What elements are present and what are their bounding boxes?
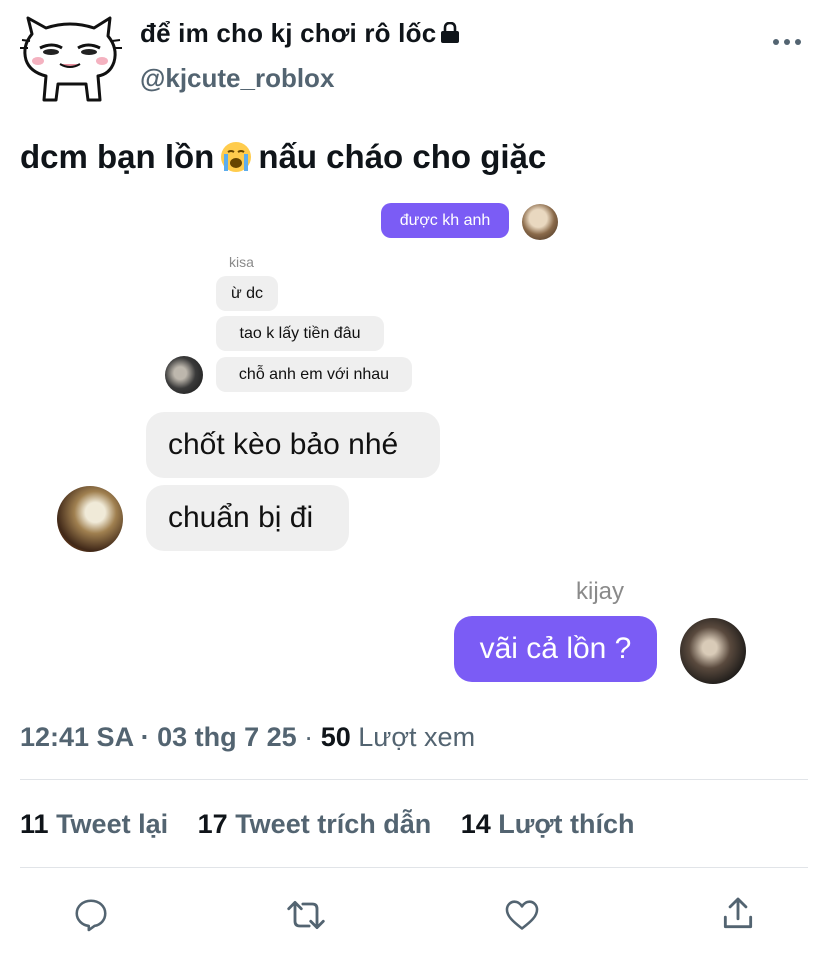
chat-sender-kijay: kijay <box>576 578 625 605</box>
author-display-name[interactable]: để im cho kj chơi rô lốc <box>140 18 460 49</box>
share-icon[interactable] <box>719 894 757 934</box>
chat-avatar-kijay <box>680 618 746 684</box>
divider <box>20 779 808 780</box>
retweets-label: Tweet lại <box>56 809 169 839</box>
tweet-media-chat-screenshot[interactable]: được kh anh kisa ừ dc tao k lấy tiền đâu… <box>0 190 828 700</box>
like-icon[interactable] <box>502 896 542 934</box>
reply-icon[interactable] <box>72 896 110 934</box>
divider <box>20 867 808 868</box>
loudly-crying-face-icon <box>221 142 252 172</box>
meta-separator: · <box>304 722 314 752</box>
tweet-text-part1: dcm bạn lồn <box>20 138 215 175</box>
retweet-icon[interactable] <box>284 896 328 934</box>
retweets-count: 11 <box>20 809 49 839</box>
quotes-label: Tweet trích dẫn <box>235 809 432 839</box>
tweet-text-part2: nấu cháo cho giặc <box>258 138 547 175</box>
chat-avatar-big <box>57 486 123 552</box>
tweet-time[interactable]: 12:41 SA <box>20 722 133 752</box>
tweet-text: dcm bạn lồn nấu cháo cho giặc <box>20 138 546 176</box>
quotes-stat[interactable]: 17 Tweet trích dẫn <box>198 809 432 840</box>
display-name-text: để im cho kj chơi rô lốc <box>140 18 437 48</box>
views-count: 50 <box>320 722 351 752</box>
tweet-timestamp-line: 12:41 SA · 03 thg 7 25 · 50 Lượt xem <box>20 722 475 753</box>
chat-bubble-kisa-2: tao k lấy tiền đâu <box>216 316 384 351</box>
meta-separator: · <box>140 722 150 752</box>
retweets-stat[interactable]: 11 Tweet lại <box>20 809 168 840</box>
chat-bubble-kisa-3: chỗ anh em với nhau <box>216 357 412 392</box>
likes-count: 14 <box>460 809 491 839</box>
more-options-icon[interactable] <box>772 36 802 48</box>
tweet-stats: 11 Tweet lại 17 Tweet trích dẫn 14 Lượt … <box>20 809 657 840</box>
chat-bubble-kijay: vãi cả lồn ? <box>454 616 657 682</box>
likes-stat[interactable]: 14 Lượt thích <box>461 809 635 840</box>
tweet-date[interactable]: 03 thg 7 25 <box>157 722 297 752</box>
chat-bubble-kisa-1: ừ dc <box>216 276 278 311</box>
cat-face-avatar-icon <box>20 16 122 102</box>
chat-bubble-top: được kh anh <box>381 203 509 238</box>
lock-icon <box>441 22 460 43</box>
chat-avatar-kisa <box>165 356 203 394</box>
chat-bubble-big-1: chốt kèo bảo nhé <box>146 412 440 478</box>
views-label: Lượt xem <box>358 722 476 752</box>
likes-label: Lượt thích <box>498 809 635 839</box>
chat-bubble-big-2: chuẩn bị đi <box>146 485 349 551</box>
chat-avatar-top <box>522 204 558 240</box>
chat-sender-kisa: kisa <box>229 254 254 270</box>
author-handle[interactable]: @kjcute_roblox <box>140 63 334 94</box>
quotes-count: 17 <box>197 809 228 839</box>
author-avatar[interactable] <box>18 14 122 106</box>
